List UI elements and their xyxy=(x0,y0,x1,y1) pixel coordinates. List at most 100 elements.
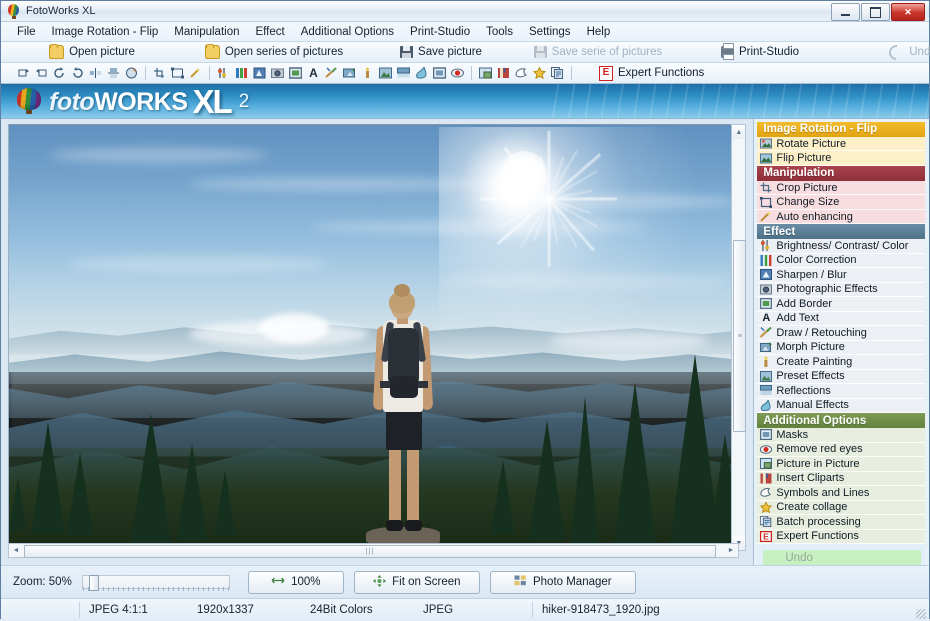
add-text-icon[interactable]: A xyxy=(305,65,322,81)
menu-effect[interactable]: Effect xyxy=(248,24,293,40)
image-canvas[interactable] xyxy=(8,124,741,551)
image-horizontal-scrollbar[interactable]: ◄ ||| ► xyxy=(8,543,739,558)
rotate-cw-icon[interactable] xyxy=(51,65,68,81)
sidebar-item-auto-enhancing[interactable]: Auto enhancing xyxy=(757,210,925,225)
scroll-right-icon[interactable]: ► xyxy=(724,547,738,554)
rotate-ccw-icon[interactable] xyxy=(69,65,86,81)
flip-horizontal-icon[interactable] xyxy=(87,65,104,81)
remove-red-eyes-icon[interactable] xyxy=(449,65,466,81)
create-collage-star-icon[interactable] xyxy=(531,65,548,81)
photo-manager-button[interactable]: Photo Manager xyxy=(490,571,636,594)
sidebar-item-add-border[interactable]: Add Border xyxy=(757,297,925,312)
color-correction-icon[interactable] xyxy=(233,65,250,81)
preset-effects-icon[interactable] xyxy=(377,65,394,81)
sidebar-item-add-text[interactable]: A Add Text xyxy=(757,312,925,327)
open-picture-button[interactable]: Open picture xyxy=(3,42,181,62)
section-header-image-rotation-flip[interactable]: Image Rotation - Flip xyxy=(757,122,925,137)
sidebar-item-photographic-effects[interactable]: Photographic Effects xyxy=(757,283,925,298)
close-icon[interactable]: ✕ xyxy=(891,3,925,21)
rotate-right-icon[interactable] xyxy=(33,65,50,81)
brightness-contrast-icon[interactable] xyxy=(215,65,232,81)
auto-enhance-wand-icon[interactable] xyxy=(187,65,204,81)
sidebar-item-batch-processing[interactable]: Batch processing xyxy=(757,515,925,530)
menu-print-studio[interactable]: Print-Studio xyxy=(402,24,478,40)
add-border-icon[interactable] xyxy=(287,65,304,81)
insert-cliparts-icon[interactable] xyxy=(495,65,512,81)
reflections-icon xyxy=(760,385,772,396)
sidebar-item-remove-red-eyes[interactable]: Remove red eyes xyxy=(757,443,925,458)
photo-manager-icon xyxy=(514,575,527,589)
separator xyxy=(571,66,572,80)
create-painting-icon[interactable] xyxy=(359,65,376,81)
sidebar-item-draw-retouching[interactable]: Draw / Retouching xyxy=(757,326,925,341)
sidebar-item-morph-picture[interactable]: Morph Picture xyxy=(757,341,925,356)
flip-vertical-icon[interactable] xyxy=(105,65,122,81)
resize-grip-icon[interactable] xyxy=(916,609,926,619)
sidebar-item-reflections[interactable]: Reflections xyxy=(757,384,925,399)
menu-additional-options[interactable]: Additional Options xyxy=(293,24,402,40)
masks-icon[interactable] xyxy=(431,65,448,81)
sidebar-label: Reflections xyxy=(776,385,830,397)
sidebar-item-flip-picture[interactable]: Flip Picture xyxy=(757,151,925,166)
section-header-additional-options[interactable]: Additional Options xyxy=(757,413,925,428)
sidebar-item-rotate-picture[interactable]: Rotate Picture xyxy=(757,137,925,152)
open-series-of-pictures-button[interactable]: Open series of pictures xyxy=(181,42,367,62)
menu-file[interactable]: File xyxy=(9,24,44,40)
sidebar-item-insert-cliparts[interactable]: Insert Cliparts xyxy=(757,472,925,487)
fotoworks-window: FotoWorks XL ✕ File Image Rotation - Fli… xyxy=(0,0,930,619)
menu-image-rotation-flip[interactable]: Image Rotation - Flip xyxy=(44,24,167,40)
menu-help[interactable]: Help xyxy=(579,24,619,40)
logo-foto: foto xyxy=(49,88,94,117)
maximize-icon[interactable] xyxy=(861,3,890,21)
morph-picture-icon[interactable] xyxy=(341,65,358,81)
resize-icon[interactable] xyxy=(169,65,186,81)
fit-on-screen-label: Fit on Screen xyxy=(392,576,460,588)
rotate-left-icon[interactable] xyxy=(15,65,32,81)
batch-processing-icon[interactable] xyxy=(549,65,566,81)
photographic-effects-icon[interactable] xyxy=(269,65,286,81)
printer-icon xyxy=(721,46,734,58)
reflections-icon[interactable] xyxy=(395,65,412,81)
menu-tools[interactable]: Tools xyxy=(478,24,521,40)
sidebar-undo-button: Undo xyxy=(763,550,921,565)
zoom-slider-thumb[interactable] xyxy=(89,575,99,591)
section-header-effect[interactable]: Effect xyxy=(757,224,925,239)
sidebar-item-preset-effects[interactable]: Preset Effects xyxy=(757,370,925,385)
sidebar-item-manual-effects[interactable]: Manual Effects xyxy=(757,399,925,414)
scroll-left-icon[interactable]: ◄ xyxy=(9,547,23,554)
sidebar-item-crop-picture[interactable]: Crop Picture xyxy=(757,181,925,196)
sidebar-item-create-collage[interactable]: Create collage xyxy=(757,501,925,516)
fit-on-screen-button[interactable]: Fit on Screen xyxy=(354,571,480,594)
sidebar-item-masks[interactable]: Masks xyxy=(757,428,925,443)
crop-icon[interactable] xyxy=(151,65,168,81)
sidebar-item-change-size[interactable]: Change Size xyxy=(757,195,925,210)
scroll-up-icon[interactable]: ▲ xyxy=(732,125,745,139)
menu-settings[interactable]: Settings xyxy=(521,24,579,40)
sidebar-item-picture-in-picture[interactable]: Picture in Picture xyxy=(757,457,925,472)
color-wheel-icon[interactable] xyxy=(123,65,140,81)
sidebar-item-sharpen-blur[interactable]: Sharpen / Blur xyxy=(757,268,925,283)
sidebar-item-brightness-contrast-color[interactable]: Brightness/ Contrast/ Color xyxy=(757,239,925,254)
picture-in-picture-icon[interactable] xyxy=(477,65,494,81)
section-header-manipulation[interactable]: Manipulation xyxy=(757,166,925,181)
expert-functions-button[interactable]: E Expert Functions xyxy=(599,66,704,81)
floppy-disk-icon xyxy=(534,46,547,58)
zoom-slider[interactable] xyxy=(82,575,230,589)
sidebar-item-create-painting[interactable]: Create Painting xyxy=(757,355,925,370)
symbols-and-lines-icon[interactable] xyxy=(513,65,530,81)
sidebar-item-color-correction[interactable]: Color Correction xyxy=(757,254,925,269)
image-vertical-scrollbar[interactable]: ▲ ≡ ▼ xyxy=(731,124,746,551)
sharpen-blur-icon[interactable] xyxy=(251,65,268,81)
vertical-scroll-thumb[interactable]: ≡ xyxy=(733,240,746,432)
sidebar-item-expert-functions[interactable]: E Expert Functions xyxy=(757,530,925,545)
draw-retouching-icon[interactable] xyxy=(323,65,340,81)
minimize-icon[interactable] xyxy=(831,3,860,21)
print-studio-button[interactable]: Print-Studio xyxy=(681,42,839,62)
sidebar-item-symbols-and-lines[interactable]: Symbols and Lines xyxy=(757,486,925,501)
horizontal-scroll-thumb[interactable]: ||| xyxy=(24,545,716,558)
save-picture-button[interactable]: Save picture xyxy=(367,42,515,62)
manual-effects-icon[interactable] xyxy=(413,65,430,81)
expert-functions-icon: E xyxy=(599,66,613,81)
zoom-100-button[interactable]: 100% xyxy=(248,571,344,594)
menu-manipulation[interactable]: Manipulation xyxy=(166,24,247,40)
